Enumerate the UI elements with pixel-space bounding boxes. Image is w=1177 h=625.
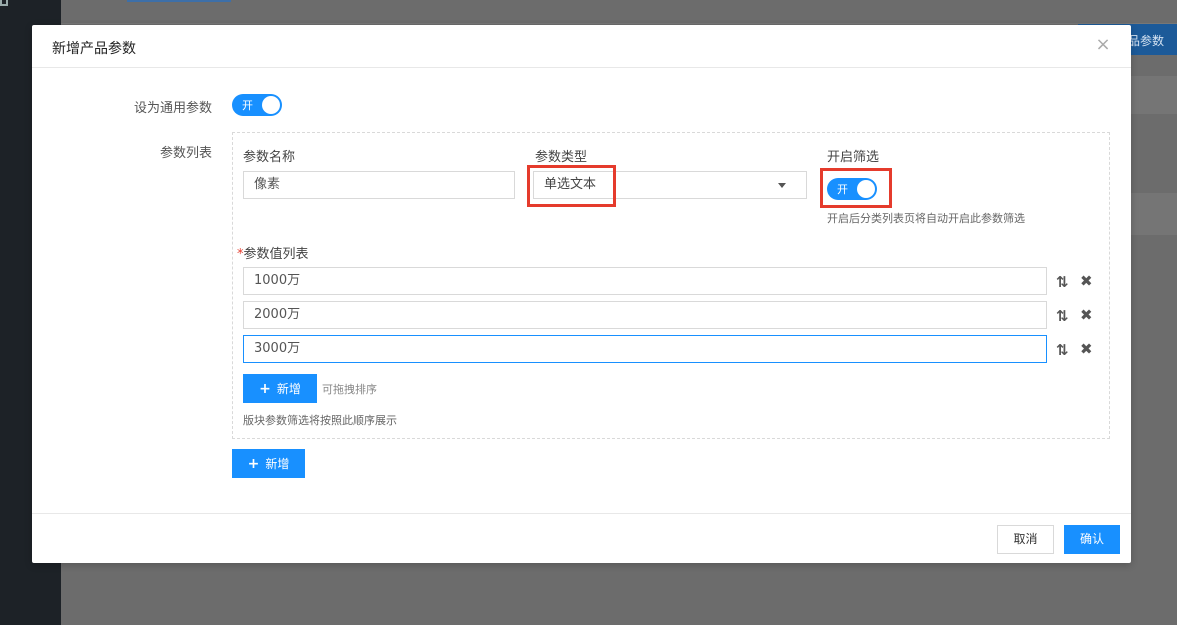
param-name-title: 参数名称 bbox=[243, 150, 296, 165]
app-top-button bbox=[127, 0, 231, 2]
param-list-label: 参数列表 bbox=[159, 146, 212, 161]
close-icon[interactable]: × bbox=[1095, 36, 1111, 54]
chevron-down-icon bbox=[778, 183, 786, 188]
drag-hint: 可拖拽排序 bbox=[322, 383, 377, 396]
filter-hint: 开启后分类列表页将自动开启此参数筛选 bbox=[827, 212, 1025, 225]
param-list-box: 参数名称 像素 参数类型 单选文本 开启筛选 开 开启后分类列表页将自动开启此参… bbox=[232, 132, 1110, 439]
delete-icon[interactable]: ✖ bbox=[1080, 340, 1093, 358]
modal-title: 新增产品参数 bbox=[52, 41, 136, 57]
table-row bbox=[1131, 193, 1177, 235]
toggle-label: 开 bbox=[242, 99, 253, 112]
modal-footer: 取消 确认 bbox=[32, 513, 1131, 563]
plus-icon: + bbox=[259, 380, 271, 397]
add-value-button[interactable]: + 新增 bbox=[243, 374, 317, 403]
cancel-button[interactable]: 取消 bbox=[997, 525, 1054, 554]
add-param-modal: 新增产品参数 × 设为通用参数 开 参数列表 参数名称 像素 参数类型 单选文本… bbox=[32, 25, 1131, 563]
values-title: *参数值列表 bbox=[237, 247, 309, 262]
plus-icon: + bbox=[247, 455, 260, 472]
general-param-label: 设为通用参数 bbox=[133, 101, 212, 116]
filter-title: 开启筛选 bbox=[827, 150, 880, 165]
param-type-title: 参数类型 bbox=[535, 150, 588, 165]
confirm-button[interactable]: 确认 bbox=[1064, 525, 1120, 554]
sort-icon[interactable]: ⇅ bbox=[1056, 307, 1069, 325]
delete-icon[interactable]: ✖ bbox=[1080, 306, 1093, 324]
param-value-input[interactable]: 2000万 bbox=[243, 301, 1047, 329]
toggle-knob bbox=[262, 96, 280, 114]
add-param-button[interactable]: + 新增 bbox=[232, 449, 305, 478]
param-value-input[interactable]: 3000万 bbox=[243, 335, 1047, 363]
table-row bbox=[1131, 76, 1177, 114]
delete-icon[interactable]: ✖ bbox=[1080, 272, 1093, 290]
order-hint: 版块参数筛选将按照此顺序展示 bbox=[243, 414, 397, 427]
add-value-label: 新增 bbox=[276, 382, 301, 396]
general-param-toggle[interactable]: 开 bbox=[232, 94, 282, 116]
divider bbox=[61, 23, 1177, 24]
param-value-input[interactable]: 1000万 bbox=[243, 267, 1047, 295]
filter-highlight-box bbox=[820, 168, 892, 208]
add-param-label: 新增 bbox=[265, 457, 290, 471]
param-name-input[interactable]: 像素 bbox=[243, 171, 515, 199]
modal-header: 新增产品参数 × bbox=[32, 25, 1131, 68]
sort-icon[interactable]: ⇅ bbox=[1056, 341, 1069, 359]
type-highlight-box bbox=[527, 165, 616, 207]
sort-icon[interactable]: ⇅ bbox=[1056, 273, 1069, 291]
menu-icon bbox=[0, 0, 8, 6]
